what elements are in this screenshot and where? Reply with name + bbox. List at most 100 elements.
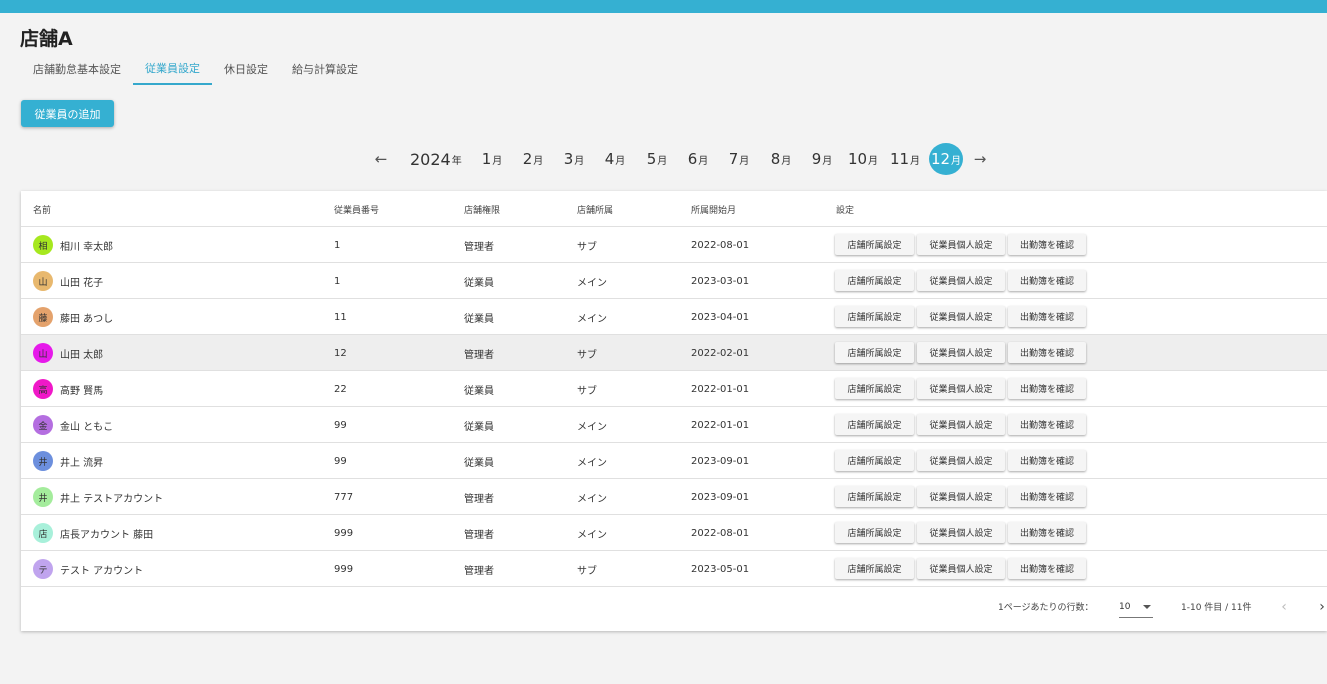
month-7[interactable]: 7月	[721, 143, 757, 175]
check-attendance-button[interactable]: 出勤簿を確認	[1008, 234, 1086, 255]
tab-employee-settings[interactable]: 従業員設定	[133, 52, 212, 85]
store-affiliation: メイン	[577, 421, 607, 433]
start-month: 2022-08-01	[691, 527, 750, 539]
employee-number: 11	[334, 311, 347, 323]
tab-holiday-settings[interactable]: 休日設定	[212, 52, 280, 85]
employee-personal-setting-button[interactable]: 従業員個人設定	[917, 342, 1005, 363]
avatar: 金	[33, 415, 53, 435]
employee-personal-setting-button[interactable]: 従業員個人設定	[917, 234, 1005, 255]
rows-per-page-select[interactable]: 10	[1119, 596, 1153, 618]
arrow-left-icon[interactable]: ←	[366, 143, 396, 175]
top-app-bar	[0, 0, 1327, 13]
row-actions: 店舗所属設定 従業員個人設定 出勤簿を確認	[835, 522, 1086, 543]
table-row: テテスト アカウント 999 管理者 サブ 2023-05-01 店舗所属設定 従業員個人設…	[21, 551, 1327, 587]
store-affiliation-setting-button[interactable]: 店舗所属設定	[835, 234, 914, 255]
store-affiliation-setting-button[interactable]: 店舗所属設定	[835, 486, 914, 507]
employee-personal-setting-button[interactable]: 従業員個人設定	[917, 306, 1005, 327]
employee-name: 金山 ともこ	[60, 421, 114, 433]
store-role: 従業員	[464, 277, 494, 289]
table-row: 藤藤田 あつし 11 従業員 メイン 2023-04-01 店舗所属設定 従業員個人設定 出勤…	[21, 299, 1327, 335]
add-employee-button[interactable]: 従業員の追加	[21, 100, 114, 127]
store-affiliation-setting-button[interactable]: 店舗所属設定	[835, 558, 914, 579]
avatar: 井	[33, 487, 53, 507]
start-month: 2023-09-01	[691, 491, 750, 503]
year-label: 2024 年	[410, 143, 462, 175]
row-actions: 店舗所属設定 従業員個人設定 出勤簿を確認	[835, 306, 1086, 327]
store-affiliation: メイン	[577, 313, 607, 325]
employee-number: 777	[334, 491, 354, 503]
row-actions: 店舗所属設定 従業員個人設定 出勤簿を確認	[835, 450, 1086, 471]
name-cell: 藤藤田 あつし	[33, 299, 113, 335]
start-month: 2023-05-01	[691, 563, 750, 575]
month-8[interactable]: 8月	[763, 143, 799, 175]
row-actions: 店舗所属設定 従業員個人設定 出勤簿を確認	[835, 486, 1086, 507]
employee-number: 1	[334, 275, 341, 287]
month-3[interactable]: 3月	[556, 143, 592, 175]
tab-payroll-settings[interactable]: 給与計算設定	[280, 52, 370, 85]
employee-personal-setting-button[interactable]: 従業員個人設定	[917, 486, 1005, 507]
month-5[interactable]: 5月	[639, 143, 675, 175]
store-role: 従業員	[464, 421, 494, 433]
store-affiliation: メイン	[577, 457, 607, 469]
row-actions: 店舗所属設定 従業員個人設定 出勤簿を確認	[835, 342, 1086, 363]
store-role: 管理者	[464, 493, 494, 505]
employee-name: 高野 賢馬	[60, 385, 104, 397]
check-attendance-button[interactable]: 出勤簿を確認	[1008, 378, 1086, 399]
chevron-right-icon[interactable]: ›	[1312, 596, 1327, 618]
month-number: 3	[563, 150, 574, 168]
check-attendance-button[interactable]: 出勤簿を確認	[1008, 270, 1086, 291]
arrow-right-icon[interactable]: →	[965, 143, 995, 175]
store-affiliation-setting-button[interactable]: 店舗所属設定	[835, 342, 914, 363]
start-month: 2022-02-01	[691, 347, 750, 359]
settings-tabs: 店舗勤怠基本設定 従業員設定 休日設定 給与計算設定	[21, 52, 370, 85]
month-10[interactable]: 10 月	[845, 143, 881, 175]
employee-personal-setting-button[interactable]: 従業員個人設定	[917, 558, 1005, 579]
check-attendance-button[interactable]: 出勤簿を確認	[1008, 522, 1086, 543]
start-month: 2022-08-01	[691, 239, 750, 251]
store-affiliation-setting-button[interactable]: 店舗所属設定	[835, 450, 914, 471]
table-row: 山山田 花子 1 従業員 メイン 2023-03-01 店舗所属設定 従業員個人設定 出勤簿を…	[21, 263, 1327, 299]
check-attendance-button[interactable]: 出勤簿を確認	[1008, 306, 1086, 327]
month-number: 4	[604, 150, 615, 168]
employee-name: テスト アカウント	[60, 565, 144, 577]
avatar: 山	[33, 271, 53, 291]
employee-number: 999	[334, 563, 354, 575]
store-affiliation-setting-button[interactable]: 店舗所属設定	[835, 378, 914, 399]
month-6[interactable]: 6月	[680, 143, 716, 175]
check-attendance-button[interactable]: 出勤簿を確認	[1008, 558, 1086, 579]
month-9[interactable]: 9月	[804, 143, 840, 175]
store-affiliation: サブ	[577, 385, 597, 397]
check-attendance-button[interactable]: 出勤簿を確認	[1008, 450, 1086, 471]
month-11[interactable]: 11 月	[887, 143, 923, 175]
caret-down-icon	[1143, 605, 1151, 609]
employee-number: 99	[334, 455, 347, 467]
month-2[interactable]: 2月	[515, 143, 551, 175]
table-row: 相相川 幸太郎 1 管理者 サブ 2022-08-01 店舗所属設定 従業員個人設定 出勤簿を…	[21, 227, 1327, 263]
name-cell: 店店長アカウント 藤田	[33, 515, 153, 551]
avatar: 藤	[33, 307, 53, 327]
store-affiliation-setting-button[interactable]: 店舗所属設定	[835, 414, 914, 435]
store-affiliation-setting-button[interactable]: 店舗所属設定	[835, 522, 914, 543]
month-4[interactable]: 4月	[597, 143, 633, 175]
month-suffix: 月	[868, 155, 879, 167]
employee-personal-setting-button[interactable]: 従業員個人設定	[917, 450, 1005, 471]
check-attendance-button[interactable]: 出勤簿を確認	[1008, 486, 1086, 507]
month-12[interactable]: 12 月	[929, 143, 963, 175]
rows-per-page-value: 10	[1119, 601, 1131, 612]
employee-personal-setting-button[interactable]: 従業員個人設定	[917, 378, 1005, 399]
table-row: 井井上 流昇 99 従業員 メイン 2023-09-01 店舗所属設定 従業員個人設定 出勤簿…	[21, 443, 1327, 479]
month-number: 9	[811, 150, 822, 168]
store-affiliation-setting-button[interactable]: 店舗所属設定	[835, 270, 914, 291]
store-affiliation-setting-button[interactable]: 店舗所属設定	[835, 306, 914, 327]
employee-personal-setting-button[interactable]: 従業員個人設定	[917, 270, 1005, 291]
tab-store-attendance[interactable]: 店舗勤怠基本設定	[21, 52, 133, 85]
employee-personal-setting-button[interactable]: 従業員個人設定	[917, 414, 1005, 435]
start-month: 2023-03-01	[691, 275, 750, 287]
check-attendance-button[interactable]: 出勤簿を確認	[1008, 342, 1086, 363]
employee-number: 22	[334, 383, 347, 395]
month-1[interactable]: 1月	[474, 143, 510, 175]
store-role: 従業員	[464, 313, 494, 325]
employee-personal-setting-button[interactable]: 従業員個人設定	[917, 522, 1005, 543]
check-attendance-button[interactable]: 出勤簿を確認	[1008, 414, 1086, 435]
chevron-left-icon[interactable]: ‹	[1274, 596, 1294, 618]
